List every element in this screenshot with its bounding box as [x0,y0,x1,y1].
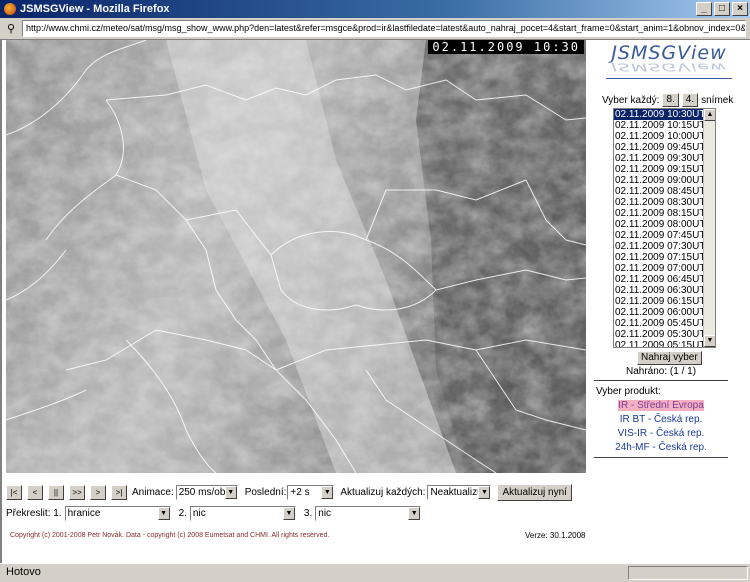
last-frame-delay-select[interactable]: +2 s ▼ [287,484,335,500]
satellite-map-drawing [6,40,586,473]
frame-time-item[interactable]: 02.11.2009 10:15UTC [614,120,715,131]
product-vis-ir-cz[interactable]: VIS-IR - Česká rep. [606,428,716,439]
frame-time-item[interactable]: 02.11.2009 06:30UTC [614,285,715,296]
animation-speed-label: Animace: [132,486,174,498]
scroll-up-icon[interactable]: ▲ [704,109,715,121]
overlay-controls: Překreslit: 1. hranice ▼ 2. nic ▼ 3. nic… [6,506,422,521]
logo-reflection: JSMSGView [611,60,727,74]
overlay-label-1: Překreslit: 1. [6,508,62,519]
prev-frame-button[interactable]: < [27,484,43,500]
version-text: Verze: 30.1.2008 [525,531,586,540]
frame-time-item[interactable]: 02.11.2009 08:15UTC [614,208,715,219]
image-timestamp: 02.11.2009 10:30 [428,40,584,54]
every-8th-button[interactable]: 8. [662,93,679,107]
chevron-down-icon: ▼ [408,507,421,520]
frame-time-item[interactable]: 02.11.2009 08:30UTC [614,197,715,208]
page-icon: ⚲ [6,22,16,35]
frame-time-item[interactable]: 02.11.2009 07:00UTC [614,263,715,274]
frame-time-item[interactable]: 02.11.2009 07:45UTC [614,230,715,241]
address-bar: ⚲ http://www.chmi.cz/meteo/sat/msg/msg_s… [0,18,750,40]
frame-time-item[interactable]: 02.11.2009 08:00UTC [614,219,715,230]
frame-time-item[interactable]: 02.11.2009 08:45UTC [614,186,715,197]
product-title: Vyber produkt: [596,386,661,397]
frame-time-item[interactable]: 02.11.2009 10:00UTC [614,131,715,142]
page-content: 02.11.2009 10:30 JSMSGView JSMSGView Vyb… [0,40,750,563]
every-4th-button[interactable]: 4. [681,93,699,107]
chevron-down-icon: ▼ [224,485,237,499]
last-frame-button[interactable]: >| [111,484,127,500]
list-scrollbar[interactable]: ▲ ▼ [703,109,715,347]
frame-time-item[interactable]: 02.11.2009 06:45UTC [614,274,715,285]
loaded-label: Nahráno: [626,366,668,377]
overlay-value-3: nic [318,508,332,519]
divider [594,380,728,381]
product-ir-bt-cz[interactable]: IR BT - Česká rep. [606,414,716,425]
overlay-label-2: 2. [178,508,187,519]
frame-time-item[interactable]: 02.11.2009 06:15UTC [614,296,715,307]
window-title: JSMSGView - Mozilla Firefox [20,3,170,15]
update-interval-value: Neaktualizuj [430,486,485,498]
overlay-label-3: 3. [303,508,313,519]
product-ir-central-europe[interactable]: IR - Střední Evropa [618,400,704,411]
overlay-select-3[interactable]: nic ▼ [315,506,422,521]
frame-time-item[interactable]: 02.11.2009 05:45UTC [614,318,715,329]
load-selection-button[interactable]: Nahraj vyber [637,351,702,365]
loaded-status: Nahráno: (1 / 1) [626,366,696,377]
frame-time-item[interactable]: 02.11.2009 09:15UTC [614,164,715,175]
status-text: Hotovo [6,566,41,578]
frame-time-item[interactable]: 02.11.2009 07:15UTC [614,252,715,263]
maximize-button[interactable]: □ [714,2,730,16]
app-logo: JSMSGView JSMSGView [604,42,734,82]
chevron-down-icon: ▼ [157,507,170,520]
frame-time-item[interactable]: 02.11.2009 10:30UTC [614,109,715,120]
overlay-select-1[interactable]: hranice ▼ [64,506,171,521]
animation-controls: |< < || >> > >| Animace: 250 ms/obr ▼ Po… [6,483,586,501]
frame-time-item[interactable]: 02.11.2009 07:30UTC [614,241,715,252]
status-bar: Hotovo [0,563,750,582]
minimize-button[interactable]: _ [696,2,712,16]
frame-time-item[interactable]: 02.11.2009 05:30UTC [614,329,715,340]
product-24h-mf-cz[interactable]: 24h-MF - Česká rep. [606,442,716,453]
firefox-icon [4,3,16,15]
frame-time-item[interactable]: 02.11.2009 09:30UTC [614,153,715,164]
animation-speed-select[interactable]: 250 ms/obr ▼ [175,484,238,500]
status-cell [628,566,748,580]
frame-time-item[interactable]: 02.11.2009 09:45UTC [614,142,715,153]
scroll-down-icon[interactable]: ▼ [704,335,715,347]
chevron-down-icon: ▼ [321,485,334,499]
animation-speed-value: 250 ms/obr [178,486,229,498]
play-button[interactable]: >> [69,484,85,500]
pause-button[interactable]: || [48,484,64,500]
satellite-image: 02.11.2009 10:30 [6,40,586,473]
divider [594,457,728,458]
frame-time-item[interactable]: 02.11.2009 09:00UTC [614,175,715,186]
update-interval-select[interactable]: Neaktualizuj ▼ [427,484,492,500]
overlay-select-2[interactable]: nic ▼ [189,506,296,521]
chevron-down-icon: ▼ [282,507,295,520]
first-frame-button[interactable]: |< [6,484,22,500]
overlay-value-1: hranice [67,508,101,519]
copyright-text: Copyright (c) 2001-2008 Petr Novák. Data… [10,532,330,539]
overlay-value-2: nic [192,508,206,519]
frame-step-suffix: snímek [701,94,734,106]
next-frame-button[interactable]: > [90,484,106,500]
logo-rule [606,78,732,79]
frame-time-item[interactable]: 02.11.2009 06:00UTC [614,307,715,318]
loaded-value: (1 / 1) [669,366,697,377]
update-interval-label: Aktualizuj každých: [340,486,426,498]
frame-step-row: Vyber každý: 8. 4. snímek [602,93,733,107]
window-titlebar[interactable]: JSMSGView - Mozilla Firefox _ □ × [0,0,750,18]
close-button[interactable]: × [732,2,748,16]
frame-time-item[interactable]: 02.11.2009 05:15UTC [614,340,715,347]
chevron-down-icon: ▼ [478,485,491,499]
frame-time-list[interactable]: 02.11.2009 10:30UTC 02.11.2009 10:15UTC 02… [613,108,716,348]
last-frame-delay-value: +2 s [290,486,310,498]
frame-step-label: Vyber každý: [602,94,660,106]
update-now-button[interactable]: Aktualizuj nyní [497,483,572,501]
url-field[interactable]: http://www.chmi.cz/meteo/sat/msg/msg_sho… [22,20,746,37]
last-frame-delay-label: Poslední: [244,486,287,498]
